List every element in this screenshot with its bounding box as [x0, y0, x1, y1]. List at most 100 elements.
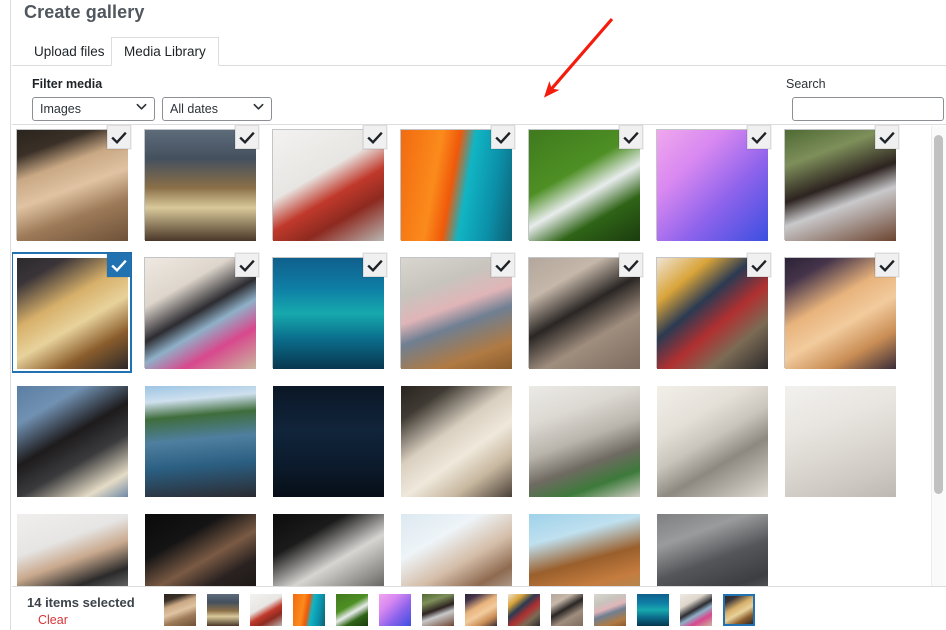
thumbnail-image	[145, 386, 256, 497]
thumbnail-image	[785, 386, 896, 497]
media-item-photographer-walking-with-backpack[interactable]	[524, 253, 643, 372]
media-item-checkbox[interactable]	[235, 253, 259, 277]
media-item-woman-portrait-by-bright-window[interactable]	[396, 509, 515, 586]
thumbnail-image	[401, 514, 512, 586]
selected-thumb-photographer-silhouette-gradient[interactable]	[379, 594, 411, 626]
grid-scrollbar[interactable]	[931, 126, 945, 586]
media-item-person-playing-ukulele[interactable]	[12, 253, 131, 372]
media-item-hands-typing-on-laptop-at-desk[interactable]	[652, 381, 771, 500]
chevron-down-icon	[136, 98, 147, 120]
media-item-black-and-white-smiling-man[interactable]	[268, 509, 387, 586]
selected-thumb-image	[594, 594, 626, 626]
media-item-checkbox[interactable]	[619, 253, 643, 277]
media-item-golf-ball-on-green-near-hole[interactable]	[524, 125, 643, 244]
selected-thumb-photographer-walking-with-backpack[interactable]	[551, 594, 583, 626]
selected-thumb-paint-palette-and-brushes[interactable]	[508, 594, 540, 626]
media-item-man-in-black-turtleneck-portrait[interactable]	[12, 509, 131, 586]
media-item-hands-planting-seedling-in-soil[interactable]	[12, 125, 131, 244]
check-icon	[876, 254, 898, 276]
media-type-select-value: Images	[40, 102, 81, 116]
selected-thumb-woman-in-red-at-laptop-desk[interactable]	[250, 594, 282, 626]
thumbnail-image	[273, 386, 384, 497]
check-icon	[108, 254, 130, 276]
media-item-checkbox[interactable]	[491, 253, 515, 277]
media-item-checkbox[interactable]	[107, 253, 131, 277]
media-item-thumbnail	[529, 386, 640, 497]
media-item-man-shooting-camera-in-the-dark[interactable]	[140, 509, 259, 586]
selected-thumb-surfer-on-teal-ocean-wave[interactable]	[637, 594, 669, 626]
media-item-redhead-woman-outdoors-portrait[interactable]	[524, 509, 643, 586]
check-icon	[492, 254, 514, 276]
selected-thumb-image	[508, 594, 540, 626]
media-item-thumbnail	[529, 514, 640, 586]
media-item-checkbox[interactable]	[107, 125, 131, 149]
media-item-checkbox[interactable]	[235, 125, 259, 149]
media-item-person-fishing-with-rod-at-lake[interactable]	[140, 381, 259, 500]
media-item-city-buildings-looking-upward[interactable]	[652, 509, 771, 586]
selected-thumb-golf-ball-on-green-near-hole[interactable]	[336, 594, 368, 626]
selected-thumb-image	[164, 594, 196, 626]
media-item-photographer-silhouette-gradient[interactable]	[652, 125, 771, 244]
selected-thumb-orange-and-teal-paint-texture[interactable]	[293, 594, 325, 626]
check-icon	[876, 126, 898, 148]
page-left-gutter	[0, 0, 11, 630]
media-item-thumbnail	[145, 386, 256, 497]
tab-upload-files[interactable]: Upload files	[21, 37, 118, 66]
selected-thumb-hands-planting-seedling-in-soil[interactable]	[164, 594, 196, 626]
media-item-dark-blue-night-sky[interactable]	[268, 381, 387, 500]
media-item-checkbox[interactable]	[875, 253, 899, 277]
check-icon	[748, 254, 770, 276]
selection-count: 14 items selected	[27, 595, 135, 610]
selected-thumb-woman-at-laptop-with-flowers[interactable]	[680, 594, 712, 626]
media-item-woman-sitting-on-cafe-table[interactable]	[396, 253, 515, 372]
media-item-checkbox[interactable]	[363, 125, 387, 149]
media-item-thumbnail	[657, 514, 768, 586]
selected-thumb-image	[293, 594, 325, 626]
search-input[interactable]	[792, 97, 944, 121]
selected-thumb-chess-queen-piece-on-board[interactable]	[207, 594, 239, 626]
media-item-woman-in-white-knit-sweater[interactable]	[780, 381, 899, 500]
date-filter-select[interactable]: All dates	[162, 97, 272, 121]
media-item-paint-palette-and-brushes[interactable]	[652, 253, 771, 372]
thumbnail-image	[657, 514, 768, 586]
check-icon	[108, 126, 130, 148]
media-item-watercolor-sketchbook-flatlay[interactable]	[396, 381, 515, 500]
selected-thumb-image	[637, 594, 669, 626]
media-item-thumbnail	[401, 514, 512, 586]
thumbnail-image	[529, 386, 640, 497]
media-item-woman-at-laptop-with-flowers[interactable]	[140, 253, 259, 372]
selected-thumb-woman-sitting-on-cafe-table[interactable]	[594, 594, 626, 626]
media-item-checkbox[interactable]	[491, 125, 515, 149]
media-item-orange-and-teal-paint-texture[interactable]	[396, 125, 515, 244]
media-item-checkbox[interactable]	[875, 125, 899, 149]
media-item-checkbox[interactable]	[363, 253, 387, 277]
media-item-checkbox[interactable]	[747, 125, 771, 149]
selected-thumb-image	[465, 594, 497, 626]
media-item-woman-with-vintage-camera[interactable]	[780, 125, 899, 244]
media-item-checkbox[interactable]	[619, 125, 643, 149]
clear-selection-link[interactable]: Clear	[38, 613, 68, 627]
grid-scrollbar-thumb[interactable]	[934, 135, 943, 494]
filter-bar: Filter media Images All dates Search	[12, 66, 946, 124]
media-type-select[interactable]: Images	[32, 97, 155, 121]
selected-thumb-image	[336, 594, 368, 626]
selected-thumb-person-playing-ukulele[interactable]	[723, 594, 755, 626]
media-item-photographer-holding-dslr-camera[interactable]	[12, 381, 131, 500]
media-grid	[12, 125, 932, 586]
media-item-woman-in-red-at-laptop-desk[interactable]	[268, 125, 387, 244]
media-item-open-plan-office-interior[interactable]	[524, 381, 643, 500]
thumbnail-image	[529, 514, 640, 586]
tab-media-library[interactable]: Media Library	[111, 37, 219, 66]
media-item-thumbnail	[145, 514, 256, 586]
media-item-chess-queen-piece-on-board[interactable]	[140, 125, 259, 244]
selected-thumb-woman-with-vintage-camera[interactable]	[422, 594, 454, 626]
thumbnail-image	[657, 386, 768, 497]
media-grid-area	[12, 124, 946, 586]
selected-thumb-hands-playing-acoustic-guitar[interactable]	[465, 594, 497, 626]
media-item-hands-playing-acoustic-guitar[interactable]	[780, 253, 899, 372]
chevron-down-icon	[253, 98, 264, 120]
thumbnail-image	[17, 386, 128, 497]
media-item-checkbox[interactable]	[747, 253, 771, 277]
media-item-thumbnail	[273, 386, 384, 497]
media-item-surfer-on-teal-ocean-wave[interactable]	[268, 253, 387, 372]
